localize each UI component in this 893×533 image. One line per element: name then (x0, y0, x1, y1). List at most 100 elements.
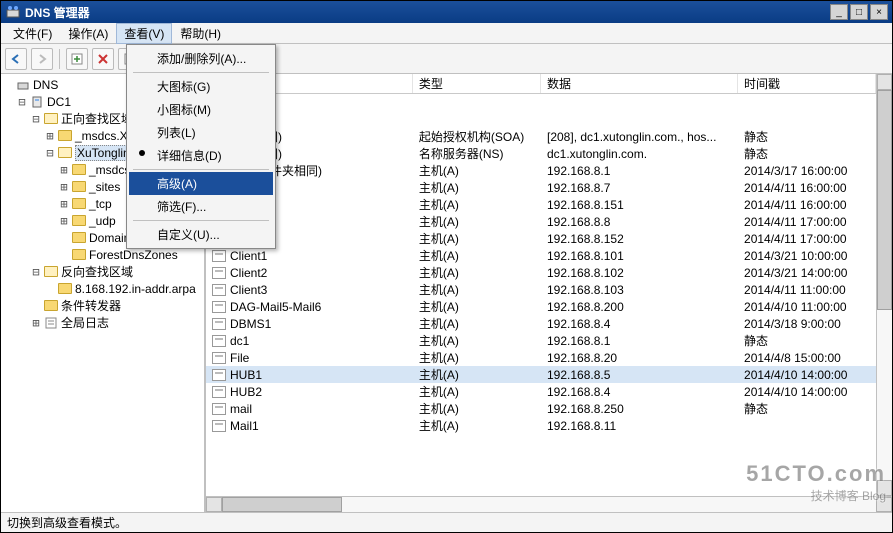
cell-data: 192.168.8.11 (541, 417, 738, 434)
list-row[interactable]: CAS1主机(A)192.168.8.72014/4/11 16:00:00 (206, 179, 876, 196)
cell-name: Client2 (206, 264, 413, 281)
list-body[interactable]: nsZonesnsZones件夹相同)起始授权机构(SOA)[208], dc1… (206, 94, 876, 496)
list-row[interactable]: (与父文件夹相同)主机(A)192.168.8.12014/3/17 16:00… (206, 162, 876, 179)
tree-row[interactable]: 8.168.192.in-addr.arpa (1, 280, 204, 297)
list-row[interactable]: DBMS1主机(A)192.168.8.42014/3/18 9:00:00 (206, 315, 876, 332)
cell-data: 192.168.8.1 (541, 162, 738, 179)
scroll-thumb[interactable] (877, 90, 892, 310)
log-icon (43, 316, 59, 330)
collapse-icon[interactable]: ⊟ (15, 95, 29, 109)
cell-type (413, 111, 541, 128)
status-text: 切换到高级查看模式。 (7, 514, 127, 531)
tree-label: 全局日志 (61, 314, 109, 331)
app-icon (5, 4, 21, 20)
vertical-scrollbar[interactable] (876, 74, 892, 496)
collapse-icon[interactable]: ⊟ (43, 146, 57, 160)
collapse-icon[interactable]: ⊟ (29, 112, 43, 126)
cell-timestamp: 2014/4/11 16:00:00 (738, 196, 876, 213)
menu-item-2[interactable]: 查看(V) (116, 23, 172, 44)
list-row[interactable]: nsZones (206, 111, 876, 128)
list-row[interactable]: dc1主机(A)192.168.8.1静态 (206, 332, 876, 349)
cell-name: Client3 (206, 281, 413, 298)
expand-icon[interactable]: ⊞ (57, 180, 71, 194)
list-row[interactable]: File主机(A)192.168.8.202014/4/8 15:00:00 (206, 349, 876, 366)
maximize-button[interactable]: □ (850, 4, 868, 20)
tree-row[interactable]: ⊞ 全局日志 (1, 314, 204, 331)
scroll-thumb[interactable] (222, 497, 342, 512)
column-header[interactable]: 数据 (541, 74, 738, 93)
column-header[interactable]: 类型 (413, 74, 541, 93)
list-row[interactable]: CAS2主机(A)192.168.8.82014/4/11 17:00:00 (206, 213, 876, 230)
menu-entry-10[interactable]: 自定义(U)... (129, 223, 273, 246)
menu-entry-3[interactable]: 小图标(M) (129, 98, 273, 121)
scroll-left-button[interactable] (206, 497, 222, 512)
cell-timestamp: 2014/4/10 14:00:00 (738, 383, 876, 400)
expand-icon[interactable]: ⊞ (29, 316, 43, 330)
list-row[interactable]: 件夹相同)起始授权机构(SOA)[208], dc1.xutonglin.com… (206, 128, 876, 145)
list-row[interactable]: DAG-Mail5-Mail6主机(A)192.168.8.2002014/4/… (206, 298, 876, 315)
horizontal-scrollbar[interactable] (206, 496, 892, 512)
menu-entry-label: 详细信息(D) (157, 149, 222, 163)
folder-icon (71, 163, 87, 177)
forward-button[interactable] (31, 48, 53, 70)
menu-entry-label: 大图标(G) (157, 80, 210, 94)
menu-entry-2[interactable]: 大图标(G) (129, 75, 273, 98)
menu-item-3[interactable]: 帮助(H) (172, 23, 229, 44)
cell-type: 主机(A) (413, 332, 541, 349)
menu-entry-7[interactable]: 高级(A) (129, 172, 273, 195)
expand-icon[interactable]: ⊞ (57, 197, 71, 211)
cell-data: 192.168.8.200 (541, 298, 738, 315)
cell-data: dc1.xutonglin.com. (541, 145, 738, 162)
menu-entry-0[interactable]: 添加/删除列(A)... (129, 47, 273, 70)
list-row[interactable]: nsZones (206, 94, 876, 111)
menu-entry-4[interactable]: 列表(L) (129, 121, 273, 144)
cell-timestamp: 2014/4/11 17:00:00 (738, 230, 876, 247)
menu-item-0[interactable]: 文件(F) (5, 23, 60, 44)
tree-row[interactable]: ⊟反向查找区域 (1, 263, 204, 280)
list-row[interactable]: CAS1主机(A)192.168.8.1512014/4/11 16:00:00 (206, 196, 876, 213)
tree-row[interactable]: 条件转发器 (1, 297, 204, 314)
minimize-button[interactable]: _ (830, 4, 848, 20)
record-icon (212, 335, 226, 347)
close-button[interactable]: × (870, 4, 888, 20)
tree-label: _msdcs (89, 163, 130, 177)
menu-item-1[interactable]: 操作(A) (60, 23, 116, 44)
list-row[interactable]: Client3主机(A)192.168.8.1032014/4/11 11:00… (206, 281, 876, 298)
delete-button[interactable] (92, 48, 114, 70)
view-menu-dropdown[interactable]: 添加/删除列(A)... 大图标(G) 小图标(M)列表(L) 详细信息(D) 高级(A… (126, 44, 276, 249)
record-icon (212, 267, 226, 279)
list-row[interactable]: Client1主机(A)192.168.8.1012014/3/21 10:00… (206, 247, 876, 264)
folder-icon (71, 197, 87, 211)
expand-icon[interactable]: ⊞ (57, 214, 71, 228)
scroll-right-button[interactable] (876, 497, 892, 512)
list-row[interactable]: Client2主机(A)192.168.8.1022014/3/21 14:00… (206, 264, 876, 281)
menu-separator (133, 169, 269, 170)
cell-timestamp (738, 417, 876, 434)
list-row[interactable]: mail主机(A)192.168.8.250静态 (206, 400, 876, 417)
list-row[interactable]: CAS2主机(A)192.168.8.1522014/4/11 17:00:00 (206, 230, 876, 247)
cell-timestamp: 静态 (738, 128, 876, 145)
bullet-icon (139, 150, 145, 156)
cell-name: Mail1 (206, 417, 413, 434)
folder-icon (57, 129, 73, 143)
list-row[interactable]: Mail1主机(A)192.168.8.11 (206, 417, 876, 434)
record-icon (212, 352, 226, 364)
cell-data: 192.168.8.250 (541, 400, 738, 417)
record-icon (212, 318, 226, 330)
menu-entry-5[interactable]: 详细信息(D) (129, 144, 273, 167)
new-button[interactable] (66, 48, 88, 70)
expand-icon[interactable]: ⊞ (57, 163, 71, 177)
cell-timestamp: 2014/4/10 11:00:00 (738, 298, 876, 315)
list-row[interactable]: HUB2主机(A)192.168.8.42014/4/10 14:00:00 (206, 383, 876, 400)
list-row[interactable]: HUB1主机(A)192.168.8.52014/4/10 14:00:00 (206, 366, 876, 383)
scroll-up-button[interactable] (877, 74, 892, 90)
column-header[interactable]: 时间戳 (738, 74, 876, 93)
list-row[interactable]: 件夹相同)名称服务器(NS)dc1.xutonglin.com.静态 (206, 145, 876, 162)
cell-type: 主机(A) (413, 349, 541, 366)
cell-data (541, 94, 738, 111)
expand-icon[interactable]: ⊞ (43, 129, 57, 143)
menu-entry-8[interactable]: 筛选(F)... (129, 195, 273, 218)
collapse-icon[interactable]: ⊟ (29, 265, 43, 279)
back-button[interactable] (5, 48, 27, 70)
scroll-down-button[interactable] (877, 480, 892, 496)
